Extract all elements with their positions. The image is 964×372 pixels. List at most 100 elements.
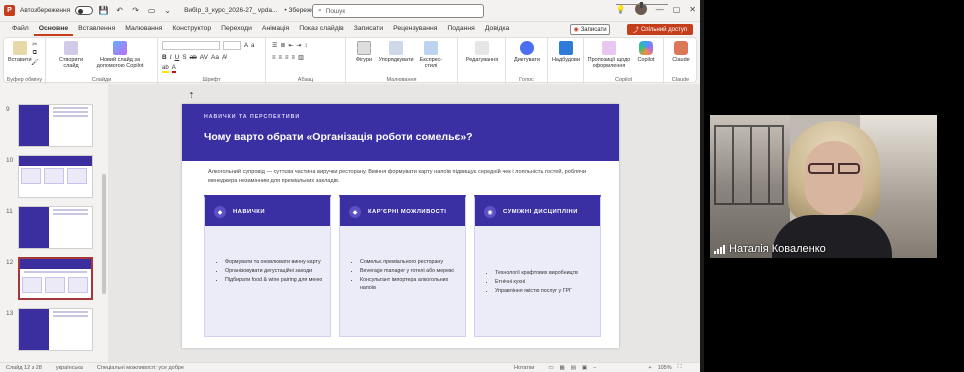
claude-button[interactable]: Claude [668,41,694,63]
copilot-icon [113,41,127,55]
tab-file[interactable]: Файл [7,22,34,36]
bold-icon[interactable]: B [162,54,167,61]
font-size-select[interactable] [223,41,241,50]
slide-anchor-icon[interactable]: ⇡ [188,91,195,100]
thumb-header [19,105,49,146]
tab-design[interactable]: Конструктор [167,22,216,36]
lightbulb-icon[interactable]: 💡 [616,5,626,14]
arrange-button[interactable]: Упорядкувати [378,41,414,63]
copy-icon[interactable]: ⧉ [33,50,37,57]
align-right-icon[interactable]: ≡ [285,55,289,61]
slideshow-view-icon[interactable]: ▣ [582,365,587,371]
zoom-level[interactable]: 105% [658,365,672,371]
columns-icon[interactable]: ▥ [298,54,304,61]
cut-icon[interactable]: ✂ [32,41,37,48]
font-family-select[interactable] [162,41,220,50]
font-color-icon[interactable]: A [171,65,176,73]
slide-thumbnail[interactable] [18,308,93,351]
line-spacing-icon[interactable]: ↕ [304,43,307,49]
align-center-icon[interactable]: ≡ [279,55,283,61]
grow-font-icon[interactable]: A [244,43,248,49]
align-left-icon[interactable]: ≡ [272,55,276,61]
format-painter-icon[interactable]: 🖌 [31,59,39,66]
slide-thumbnail[interactable] [18,206,93,249]
tab-slideshow[interactable]: Показ слайдів [294,22,349,36]
ribbon: Вставити ✂ ⧉ 🖌 Буфер обміну Створити сла… [3,37,697,84]
shrink-font-icon[interactable]: a [251,43,254,49]
close-icon[interactable]: ✕ [689,5,696,14]
tab-home[interactable]: Основне [33,22,74,36]
slide-intro-text[interactable]: Алкогольний супровід — суттєва частина в… [208,168,588,186]
record-button[interactable]: ◉ Записати [570,24,610,35]
shapes-button[interactable]: Фігури [352,41,376,63]
designer-button[interactable]: Пропозиції щодо оформлення [586,41,632,69]
clear-format-icon[interactable]: A̸ [222,54,226,61]
zoom-out-icon[interactable]: − [593,365,596,371]
tab-record[interactable]: Записати [349,22,388,36]
highlight-icon[interactable]: ab [162,65,169,73]
justify-icon[interactable]: ≡ [292,55,296,61]
quick-styles-button[interactable]: Експрес-стилі [416,41,446,69]
tab-review[interactable]: Рецензування [388,22,442,36]
underline-icon[interactable]: U [175,54,180,61]
accessibility-status[interactable]: Спеціальні можливості: усе добре [97,365,184,371]
fit-slide-icon[interactable]: ⛶ [678,364,682,371]
share-button[interactable]: ⤴ Спільний доступ [627,24,693,35]
tab-draw[interactable]: Малювання [120,22,167,36]
tab-transitions[interactable]: Переходи [216,22,257,36]
slide-kicker[interactable]: НАВИЧКИ ТА ПЕРСПЕКТИВИ [204,114,300,120]
numbering-icon[interactable]: ≣ [280,42,285,49]
autosave-toggle[interactable] [75,6,94,15]
current-slide[interactable]: НАВИЧКИ ТА ПЕРСПЕКТИВИ Чому варто обрати… [182,104,619,348]
strikethrough-icon[interactable]: ab [190,54,197,61]
outdent-icon[interactable]: ⇤ [288,42,293,49]
card-skills[interactable]: ◆ НАВИЧКИ Формувати та оновлювати винну … [204,195,331,337]
bullets-icon[interactable]: ☰ [272,42,277,49]
case-icon[interactable]: Aa [211,54,219,61]
notes-button[interactable]: Нотатки [514,365,534,371]
indent-icon[interactable]: ⇥ [296,42,301,49]
addins-button[interactable]: Надбудови [551,41,581,63]
normal-view-icon[interactable]: ▭ [548,365,553,371]
tab-help[interactable]: Довідка [480,22,514,36]
reading-view-icon[interactable]: ▤ [571,365,576,371]
slide-thumbnail[interactable] [18,155,93,198]
document-title[interactable]: ВибІр_3_курс_2026-27_ vpda... [184,7,277,14]
thumb-line [53,213,88,215]
more-commands-icon[interactable]: ⌄ [162,5,173,16]
slide-thumbnails-panel[interactable]: 9 10 11 12 13 [0,84,108,362]
language-status[interactable]: українська [56,365,83,371]
dictate-button[interactable]: Диктувати [512,41,542,63]
sorter-view-icon[interactable]: ▦ [560,365,565,371]
redo-icon[interactable]: ↷ [130,5,141,16]
slide-thumbnail-selected[interactable] [18,257,93,300]
search-input[interactable]: ⌕ Пошук [312,4,484,18]
minimize-icon[interactable]: — [656,5,664,14]
video-tile[interactable]: Наталія Коваленко [710,115,937,258]
present-icon[interactable]: ▭ [146,5,157,16]
copilot-slide-button[interactable]: Новий слайд за допомогою Copilot [94,41,146,69]
copilot-button[interactable]: Copilot [632,41,660,63]
quick-styles-icon [424,41,438,55]
maximize-icon[interactable]: ▢ [673,5,681,14]
slide-title[interactable]: Чому варто обрати «Організація роботи со… [204,131,473,143]
italic-icon[interactable]: I [170,54,172,61]
thumbnails-scrollbar[interactable] [102,174,106,294]
editing-button[interactable]: Редагування [464,41,500,63]
microphone-icon [520,41,534,55]
card-career[interactable]: ◆ КАР'ЄРНІ МОЖЛИВОСТІ Сомельє преміально… [339,195,466,337]
tab-insert[interactable]: Вставлення [73,22,120,36]
spacing-icon[interactable]: AV [200,54,208,61]
paste-button[interactable]: Вставити [8,41,32,63]
save-icon[interactable]: 💾 [98,5,109,16]
shadow-icon[interactable]: S [182,54,186,61]
tab-view[interactable]: Подання [442,22,479,36]
tab-animations[interactable]: Анімація [257,22,294,36]
new-slide-button[interactable]: Створити слайд [56,41,86,69]
zoom-slider-knob[interactable] [640,2,643,8]
slide-thumbnail[interactable] [18,104,93,147]
zoom-in-icon[interactable]: + [648,365,651,371]
undo-icon[interactable]: ↶ [114,5,125,16]
slide-editor[interactable]: ⇡ НАВИЧКИ ТА ПЕРСПЕКТИВИ Чому варто обра… [108,84,700,362]
card-related[interactable]: ◉ СУМІЖНІ ДИСЦИПЛІНИ Технології крафтови… [474,195,601,337]
